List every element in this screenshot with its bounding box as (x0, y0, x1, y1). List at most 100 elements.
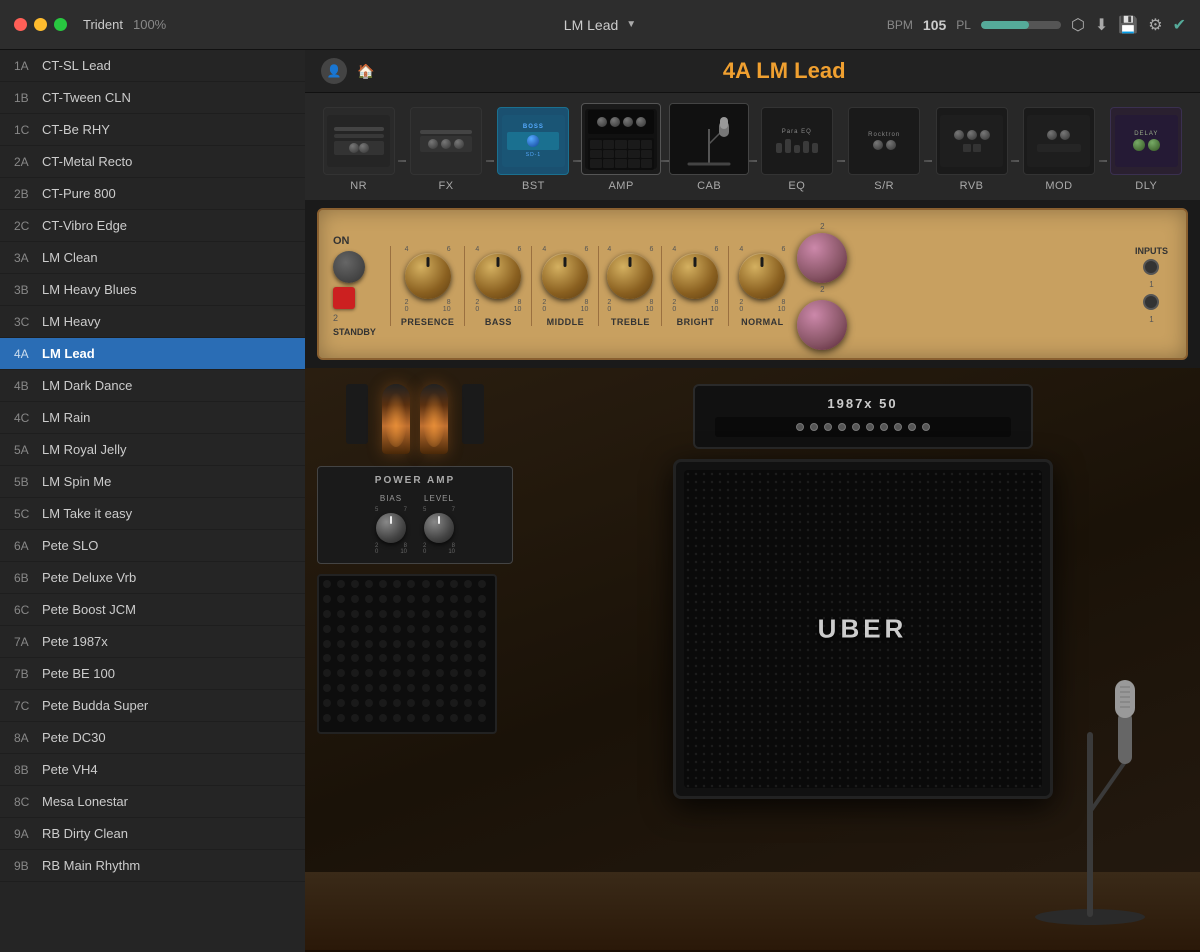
master-knob-bottom[interactable] (797, 300, 847, 350)
amp-head-knob-9[interactable] (908, 423, 916, 431)
preset-item-2c[interactable]: 2CCT-Vibro Edge (0, 210, 305, 242)
module-DLY[interactable]: DELAY DLY (1107, 107, 1186, 200)
preset-selector[interactable]: LM Lead ▼ (564, 17, 636, 33)
chain-connector (837, 160, 845, 162)
pl-fill (981, 21, 1029, 29)
level-label: LEVEL (424, 494, 454, 503)
on-switch[interactable] (333, 251, 365, 283)
traffic-lights (14, 18, 67, 31)
module-SR[interactable]: Rocktron S/R (845, 107, 924, 200)
inputs-section: INPUTS 1 1 (1135, 246, 1172, 326)
preset-item-3a[interactable]: 3ALM Clean (0, 242, 305, 274)
presence-scale-6: 6 (447, 246, 451, 253)
treble-knob[interactable] (607, 253, 653, 299)
preset-item-5a[interactable]: 5ALM Royal Jelly (0, 434, 305, 466)
amp-head-knob-2[interactable] (810, 423, 818, 431)
power-icon[interactable]: ✔ (1173, 15, 1186, 35)
preset-item-6c[interactable]: 6CPete Boost JCM (0, 594, 305, 626)
bias-knob[interactable] (376, 513, 406, 543)
preset-label: Pete Budda Super (42, 698, 148, 713)
preset-item-8a[interactable]: 8APete DC30 (0, 722, 305, 754)
module-NR[interactable]: NR (319, 107, 398, 200)
preset-num: 6A (14, 539, 42, 553)
close-button[interactable] (14, 18, 27, 31)
standby-button[interactable] (333, 287, 355, 309)
divider-4 (598, 246, 599, 326)
preset-item-3b[interactable]: 3BLM Heavy Blues (0, 274, 305, 306)
amp-head-knob-8[interactable] (894, 423, 902, 431)
preset-item-7a[interactable]: 7APete 1987x (0, 626, 305, 658)
module-BST-label: BST (522, 180, 545, 192)
export-icon[interactable]: ⬡ (1071, 15, 1085, 35)
preset-item-3c[interactable]: 3CLM Heavy (0, 306, 305, 338)
preset-item-2b[interactable]: 2BCT-Pure 800 (0, 178, 305, 210)
fullscreen-button[interactable] (54, 18, 67, 31)
preset-item-1c[interactable]: 1CCT-Be RHY (0, 114, 305, 146)
preset-num: 6B (14, 571, 42, 585)
preset-num: 8C (14, 795, 42, 809)
amp-head-knob-5[interactable] (852, 423, 860, 431)
preset-item-6b[interactable]: 6BPete Deluxe Vrb (0, 562, 305, 594)
preset-item-7c[interactable]: 7CPete Budda Super (0, 690, 305, 722)
normal-knob[interactable] (739, 253, 785, 299)
amp-head-knob-6[interactable] (866, 423, 874, 431)
speaker-cab[interactable]: UBER (673, 459, 1053, 799)
bright-section: 4 6 2 8 0 10 BRIGHT (672, 246, 718, 327)
preset-item-9b[interactable]: 9BRB Main Rhythm (0, 850, 305, 882)
middle-knob[interactable] (542, 253, 588, 299)
amp-head-knob-7[interactable] (880, 423, 888, 431)
amp-head-knob-4[interactable] (838, 423, 846, 431)
preset-item-2a[interactable]: 2ACT-Metal Recto (0, 146, 305, 178)
presence-knob[interactable] (405, 253, 451, 299)
bright-knob[interactable] (672, 253, 718, 299)
chain-connector (398, 160, 406, 162)
preset-item-5c[interactable]: 5CLM Take it easy (0, 498, 305, 530)
preset-item-1a[interactable]: 1ACT-SL Lead (0, 50, 305, 82)
preset-item-6a[interactable]: 6APete SLO (0, 530, 305, 562)
download-icon[interactable]: ⬇ (1095, 15, 1108, 35)
preset-title-bar: 👤 🏠 4A LM Lead (305, 50, 1200, 93)
preset-label: LM Lead (42, 346, 95, 361)
small-speaker-cab (317, 574, 497, 734)
preset-item-5b[interactable]: 5BLM Spin Me (0, 466, 305, 498)
preset-num: 4B (14, 379, 42, 393)
settings-icon[interactable]: ⚙ (1148, 15, 1162, 35)
preset-num: 5B (14, 475, 42, 489)
right-panel: 👤 🏠 4A LM Lead (305, 50, 1200, 952)
preset-item-9a[interactable]: 9ARB Dirty Clean (0, 818, 305, 850)
chain-connector (924, 160, 932, 162)
amp-head-knob-10[interactable] (922, 423, 930, 431)
module-FX[interactable]: FX (406, 107, 485, 200)
chain-connector (661, 160, 669, 162)
module-AMP[interactable]: VINTAGE (581, 103, 661, 200)
preset-item-7b[interactable]: 7BPete BE 100 (0, 658, 305, 690)
preset-dropdown-arrow[interactable]: ▼ (626, 19, 636, 30)
amp-head-knob-1[interactable] (796, 423, 804, 431)
module-MOD[interactable]: MOD (1019, 107, 1098, 200)
preset-item-4b[interactable]: 4BLM Dark Dance (0, 370, 305, 402)
input-jack-1[interactable] (1143, 259, 1159, 275)
save-icon[interactable]: 💾 (1118, 15, 1138, 35)
preset-item-1b[interactable]: 1BCT-Tween CLN (0, 82, 305, 114)
bass-knob[interactable] (475, 253, 521, 299)
minimize-button[interactable] (34, 18, 47, 31)
pl-bar[interactable] (981, 21, 1061, 29)
preset-label: Pete DC30 (42, 730, 106, 745)
input-jack-2[interactable] (1143, 294, 1159, 310)
module-CAB[interactable]: CAB (669, 103, 749, 200)
preset-item-4a[interactable]: 4ALM Lead (0, 338, 305, 370)
preset-item-8c[interactable]: 8CMesa Lonestar (0, 786, 305, 818)
module-RVB[interactable]: RVB (932, 107, 1011, 200)
on-standby-section: ON 2 STANDBY (333, 235, 376, 337)
level-knob[interactable] (424, 513, 454, 543)
preset-item-8b[interactable]: 8BPete VH4 (0, 754, 305, 786)
module-EQ[interactable]: Para EQ EQ (757, 107, 836, 200)
user-icon[interactable]: 👤 (321, 58, 347, 84)
preset-item-4c[interactable]: 4CLM Rain (0, 402, 305, 434)
preset-num: 2A (14, 155, 42, 169)
home-icon[interactable]: 🏠 (357, 63, 374, 80)
module-BST[interactable]: BOSS SD-1 BST (494, 107, 573, 200)
module-EQ-label: EQ (788, 180, 805, 192)
amp-head-knob-3[interactable] (824, 423, 832, 431)
master-knob-top[interactable] (797, 233, 847, 283)
